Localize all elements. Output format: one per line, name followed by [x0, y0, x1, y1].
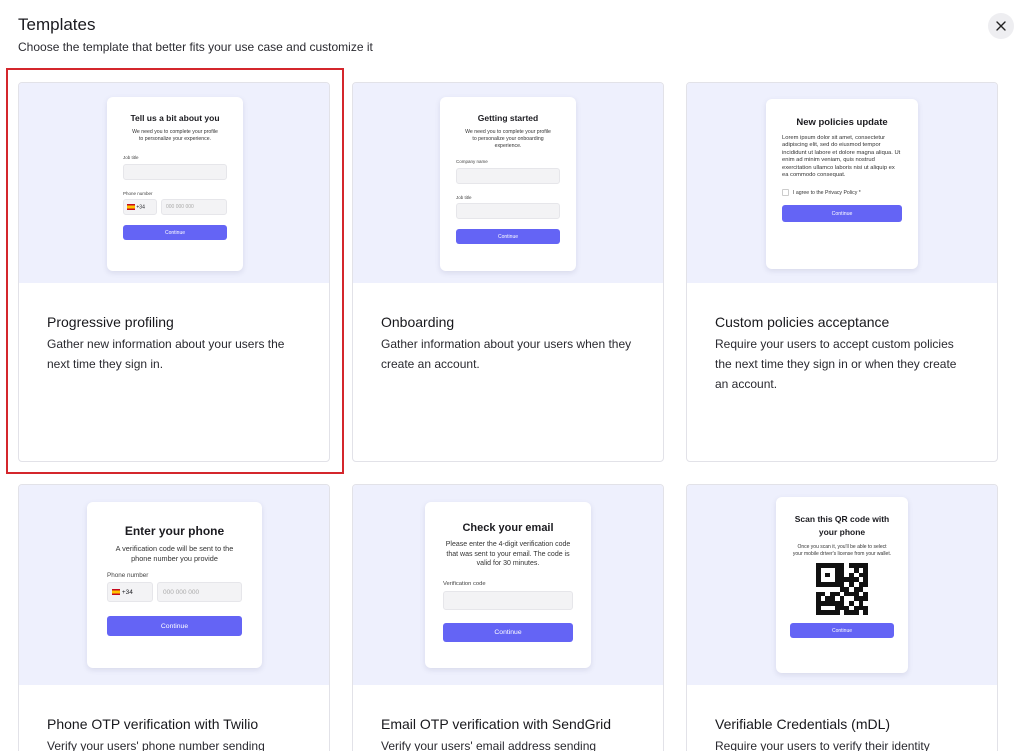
preview-code-input — [443, 590, 573, 610]
preview-continue-button: Continue — [782, 205, 902, 223]
card-description: Verify your users' email address sending — [381, 739, 597, 751]
preview-input — [456, 168, 560, 184]
preview-form: New policies update Lorem ipsum dolor si… — [766, 99, 918, 269]
qr-code-icon — [816, 563, 868, 616]
spain-flag-icon — [127, 204, 135, 210]
template-preview: Tell us a bit about you We need you to c… — [19, 83, 329, 283]
template-card-email-otp-sendgrid[interactable]: Check your email Please enter the 4-digi… — [352, 484, 664, 751]
preview-heading: New policies update — [796, 117, 888, 128]
checkbox-icon — [782, 189, 789, 197]
card-title: Custom policies acceptance — [715, 314, 890, 330]
preview-text: We need you to complete your profile to … — [465, 129, 551, 149]
template-preview: Enter your phone A verification code wil… — [19, 485, 329, 685]
template-card-phone-otp-twilio[interactable]: Enter your phone A verification code wil… — [18, 484, 330, 751]
preview-privacy-checkbox: I agree to the Privacy Policy * — [782, 189, 902, 197]
card-title: Phone OTP verification with Twilio — [47, 716, 259, 732]
template-preview: Scan this QR code with your phone Once y… — [687, 485, 997, 685]
template-preview: New policies update Lorem ipsum dolor si… — [687, 83, 997, 283]
close-icon — [996, 21, 1006, 31]
page-subtitle: Choose the template that better fits you… — [18, 40, 373, 54]
preview-heading: Getting started — [477, 113, 539, 123]
preview-input — [123, 164, 227, 180]
preview-field-label: Job title — [123, 155, 139, 160]
card-description: Require your users to accept custom poli… — [715, 337, 957, 391]
card-title: Verifiable Credentials (mDL) — [715, 716, 891, 732]
preview-input — [456, 203, 560, 219]
preview-text: A verification code will be sent to the … — [115, 544, 234, 563]
preview-continue-button: Continue — [107, 616, 242, 636]
preview-continue-button: Continue — [456, 229, 560, 244]
template-card-custom-policies[interactable]: New policies update Lorem ipsum dolor si… — [686, 82, 998, 462]
preview-field-label: Company name — [456, 159, 488, 164]
template-card-verifiable-credentials[interactable]: Scan this QR code with your phone Once y… — [686, 484, 998, 751]
card-title: Email OTP verification with SendGrid — [381, 716, 612, 732]
card-title: Onboarding — [381, 314, 455, 330]
template-preview: Getting started We need you to complete … — [353, 83, 663, 283]
preview-phone-input: 000 000 000 — [161, 199, 227, 215]
card-description: Verify your users' phone number sending — [47, 739, 265, 751]
preview-form: Tell us a bit about you We need you to c… — [107, 97, 243, 271]
close-button[interactable] — [988, 13, 1014, 39]
page-header: Templates Choose the template that bette… — [18, 14, 373, 54]
preview-country-select: +34 — [107, 582, 153, 602]
spain-flag-icon — [112, 589, 120, 596]
preview-form: Check your email Please enter the 4-digi… — [425, 502, 591, 668]
card-title: Progressive profiling — [47, 314, 174, 330]
preview-form: Getting started We need you to complete … — [440, 97, 576, 271]
preview-field-label: Verification code — [443, 580, 486, 587]
preview-field-label: Phone number — [123, 191, 153, 196]
template-card-progressive-profiling[interactable]: Tell us a bit about you We need you to c… — [18, 82, 330, 462]
preview-heading: Scan this QR code with your phone — [794, 514, 890, 537]
preview-form: Enter your phone A verification code wil… — [87, 502, 262, 668]
card-description: Require your users to verify their ident… — [715, 739, 930, 751]
preview-country-select: +34 — [123, 199, 157, 215]
template-preview: Check your email Please enter the 4-digi… — [353, 485, 663, 685]
card-description: Gather new information about your users … — [47, 337, 285, 371]
preview-text: Please enter the 4-digit verification co… — [445, 541, 571, 567]
preview-continue-button: Continue — [790, 623, 894, 639]
template-card-onboarding[interactable]: Getting started We need you to complete … — [352, 82, 664, 462]
preview-text: Once you scan it, you'll be able to sele… — [792, 544, 892, 557]
preview-form: Scan this QR code with your phone Once y… — [776, 497, 908, 673]
preview-text: We need you to complete your profile to … — [132, 129, 218, 142]
preview-field-label: Phone number — [107, 572, 149, 579]
preview-phone-input: 000 000 000 — [157, 582, 242, 602]
preview-field-label: Job title — [456, 195, 472, 200]
preview-continue-button: Continue — [443, 622, 573, 642]
page-title: Templates — [18, 15, 96, 34]
preview-continue-button: Continue — [123, 225, 227, 240]
preview-text: Lorem ipsum dolor sit amet, consectetur … — [782, 135, 901, 179]
preview-heading: Tell us a bit about you — [130, 113, 220, 123]
preview-heading: Enter your phone — [124, 524, 225, 538]
card-description: Gather information about your users when… — [381, 337, 632, 371]
preview-heading: Check your email — [462, 522, 554, 534]
